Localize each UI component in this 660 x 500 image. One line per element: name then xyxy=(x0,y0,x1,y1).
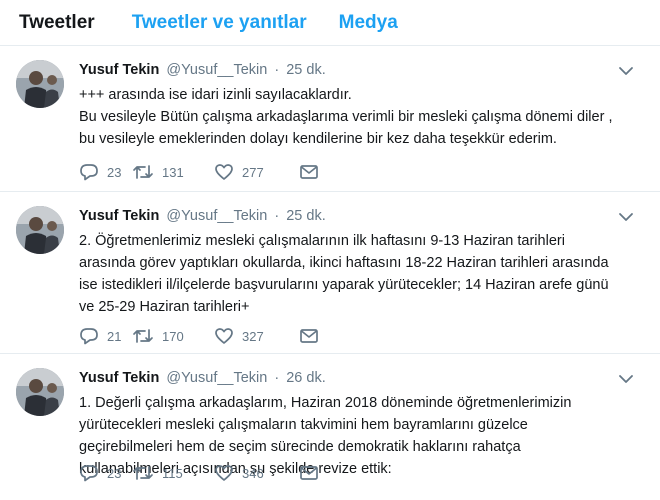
avatar[interactable] xyxy=(16,206,64,254)
heart-icon xyxy=(215,164,233,180)
tweet-header: Yusuf Tekin @Yusuf__Tekin · 26 dk. xyxy=(79,370,326,386)
reply-count: 21 xyxy=(107,328,122,344)
envelope-icon xyxy=(300,165,318,179)
tweet[interactable]: Yusuf Tekin @Yusuf__Tekin · 26 dk. 1. De… xyxy=(0,354,660,500)
envelope-icon xyxy=(300,466,318,480)
author-handle[interactable]: @Yusuf__Tekin xyxy=(166,370,267,386)
timestamp[interactable]: 25 dk. xyxy=(286,208,326,224)
reply-icon xyxy=(80,465,98,482)
tweet-text-line: ve 25-29 Haziran tarihleri+ xyxy=(79,299,250,315)
tweet-text-line: +++ arasında ise idari izinli sayılacakl… xyxy=(79,87,352,103)
tweet-text-line: arasında görev yaptıkları okullarda, iki… xyxy=(79,255,609,271)
retweet-icon xyxy=(133,329,153,343)
profile-tabs: Tweetler Tweetler ve yanıtlar Medya xyxy=(0,0,660,46)
like-button[interactable]: 346 xyxy=(214,464,299,482)
tweet-text: 2. Öğretmenlerimiz mesleki çalışmalarını… xyxy=(79,230,639,318)
retweet-button[interactable]: 115 xyxy=(132,464,214,482)
direct-message-button[interactable] xyxy=(299,164,319,180)
avatar[interactable] xyxy=(16,368,64,416)
retweet-count: 115 xyxy=(162,465,183,481)
author-name[interactable]: Yusuf Tekin xyxy=(79,208,159,224)
tweet-text-line: yürütecekleri mesleki çalışmaların takvi… xyxy=(79,417,528,433)
retweet-count: 170 xyxy=(162,328,184,344)
reply-count: 23 xyxy=(107,465,122,481)
like-count: 327 xyxy=(242,328,264,344)
tweet-actions: 23 115 346 xyxy=(79,462,319,484)
heart-icon xyxy=(215,465,233,481)
timestamp[interactable]: 26 dk. xyxy=(286,370,326,386)
retweet-icon xyxy=(133,466,153,480)
tweet-text-line: Bu vesileyle Bütün çalışma arkadaşlarıma… xyxy=(79,109,613,125)
tweet-text-line: bu vesileyle emeklerinden dolayı kendile… xyxy=(79,131,557,147)
chevron-down-icon[interactable] xyxy=(618,64,634,78)
like-count: 277 xyxy=(242,164,264,180)
tab-media[interactable]: Medya xyxy=(339,12,398,34)
retweet-button[interactable]: 170 xyxy=(132,327,214,345)
tweet[interactable]: Yusuf Tekin @Yusuf__Tekin · 25 dk. +++ a… xyxy=(0,46,660,192)
separator: · xyxy=(274,370,280,386)
tweet-text-line: ise istedikleri il/ilçelerde başvuruları… xyxy=(79,277,609,293)
reply-button[interactable]: 23 xyxy=(79,464,132,482)
tweet[interactable]: Yusuf Tekin @Yusuf__Tekin · 25 dk. 2. Öğ… xyxy=(0,192,660,354)
reply-icon xyxy=(80,164,98,181)
tweet-header: Yusuf Tekin @Yusuf__Tekin · 25 dk. xyxy=(79,208,326,224)
author-name[interactable]: Yusuf Tekin xyxy=(79,62,159,78)
retweet-button[interactable]: 131 xyxy=(132,163,214,181)
tweet-actions: 23 131 277 xyxy=(79,161,319,183)
tweet-text: +++ arasında ise idari izinli sayılacakl… xyxy=(79,84,639,150)
reply-button[interactable]: 21 xyxy=(79,327,132,345)
like-button[interactable]: 327 xyxy=(214,327,299,345)
direct-message-button[interactable] xyxy=(299,328,319,344)
separator: · xyxy=(274,62,280,78)
separator: · xyxy=(274,208,280,224)
reply-icon xyxy=(80,328,98,345)
tab-tweets-and-replies[interactable]: Tweetler ve yanıtlar xyxy=(132,12,307,34)
chevron-down-icon[interactable] xyxy=(618,372,634,386)
author-handle[interactable]: @Yusuf__Tekin xyxy=(166,62,267,78)
reply-count: 23 xyxy=(107,164,122,180)
timestamp[interactable]: 25 dk. xyxy=(286,62,326,78)
retweet-count: 131 xyxy=(162,164,184,180)
tab-tweets[interactable]: Tweetler xyxy=(19,12,95,34)
tweet-text-line: 2. Öğretmenlerimiz mesleki çalışmalarını… xyxy=(79,233,565,249)
direct-message-button[interactable] xyxy=(299,465,319,481)
envelope-icon xyxy=(300,329,318,343)
author-handle[interactable]: @Yusuf__Tekin xyxy=(166,208,267,224)
tweet-text-line: 1. Değerli çalışma arkadaşlarım, Haziran… xyxy=(79,395,572,411)
retweet-icon xyxy=(133,165,153,179)
reply-button[interactable]: 23 xyxy=(79,163,132,181)
like-button[interactable]: 277 xyxy=(214,163,299,181)
tweet-text-line: geçirebilmeleri hem de seçim sürecinde d… xyxy=(79,439,521,455)
like-count: 346 xyxy=(242,465,264,481)
tweet-header: Yusuf Tekin @Yusuf__Tekin · 25 dk. xyxy=(79,62,326,78)
heart-icon xyxy=(215,328,233,344)
chevron-down-icon[interactable] xyxy=(618,210,634,224)
tweet-actions: 21 170 327 xyxy=(79,325,319,347)
author-name[interactable]: Yusuf Tekin xyxy=(79,370,159,386)
avatar[interactable] xyxy=(16,60,64,108)
